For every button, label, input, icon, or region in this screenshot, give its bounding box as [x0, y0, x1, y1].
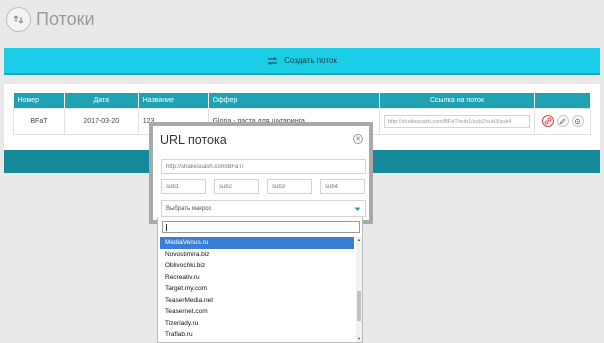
column-header-name[interactable]: Название	[138, 93, 209, 108]
link-icon[interactable]	[541, 115, 554, 127]
macro-option[interactable]: Tizerlady.ru	[160, 318, 354, 330]
macro-option[interactable]: Target.my.com	[160, 283, 354, 295]
scroll-down-icon[interactable]: ▼	[356, 336, 362, 342]
macro-option[interactable]: Recreativ.ru	[160, 272, 354, 284]
swap-icon	[267, 56, 278, 65]
modal-title: URL потока	[160, 133, 227, 147]
edit-icon[interactable]	[556, 115, 569, 127]
macro-options-list: MediaVenus.ru Novostimira.biz Oblivochki…	[160, 237, 354, 341]
macro-option[interactable]: Oblivochki.biz	[160, 260, 354, 272]
macro-select-label: Выбрать макрос	[166, 205, 212, 212]
stream-link-field[interactable]: http://shakescash.com/BFaT/sub1/sub2/sub…	[384, 114, 530, 128]
page-title: Потоки	[36, 8, 95, 29]
macro-select[interactable]: Выбрать макрос	[161, 200, 366, 217]
macro-option[interactable]: Teasernet.com	[160, 306, 354, 318]
column-header-offer[interactable]: Оффер	[208, 93, 381, 108]
scroll-thumb[interactable]	[357, 291, 361, 321]
text-cursor	[166, 224, 167, 231]
refresh-icon[interactable]	[6, 6, 31, 32]
dropdown-search-input[interactable]	[162, 221, 360, 233]
sub2-input[interactable]	[214, 179, 259, 194]
sub3-input[interactable]	[267, 179, 312, 194]
settings-icon[interactable]	[571, 115, 584, 127]
sub4-input[interactable]	[320, 179, 365, 194]
cell-number: BFaT	[13, 107, 65, 135]
chevron-down-icon[interactable]	[351, 203, 363, 215]
macro-option[interactable]: MediaVenus.ru	[160, 237, 354, 249]
cell-actions	[534, 107, 591, 135]
create-stream-label: Создать поток	[284, 56, 337, 65]
macro-option[interactable]: TeaserMedia.net	[160, 295, 354, 307]
dropdown-scrollbar[interactable]: ▲ ▼	[356, 237, 362, 342]
macro-option[interactable]: Traflab.ru	[160, 329, 354, 341]
page-header: Потоки	[6, 4, 95, 34]
scroll-up-icon[interactable]: ▲	[356, 237, 362, 243]
column-header-link[interactable]: Ссылка на поток	[379, 93, 535, 108]
cell-link: http://shakescash.com/BFaT/sub1/sub2/sub…	[379, 107, 535, 135]
close-icon[interactable]: ✕	[353, 134, 363, 144]
macro-option[interactable]: Novostimira.biz	[160, 249, 354, 261]
url-modal: URL потока ✕ Выбрать макрос	[149, 122, 373, 224]
cell-date: 2017-03-20	[63, 107, 139, 135]
column-header-number[interactable]: Номер	[13, 93, 65, 108]
create-stream-button[interactable]: Создать поток	[4, 48, 600, 73]
column-header-date[interactable]: Дата	[64, 93, 139, 108]
stream-url-input[interactable]	[161, 159, 366, 174]
sub1-input[interactable]	[161, 179, 206, 194]
column-header-actions	[534, 93, 591, 108]
macro-dropdown: MediaVenus.ru Novostimira.biz Oblivochki…	[157, 217, 363, 343]
